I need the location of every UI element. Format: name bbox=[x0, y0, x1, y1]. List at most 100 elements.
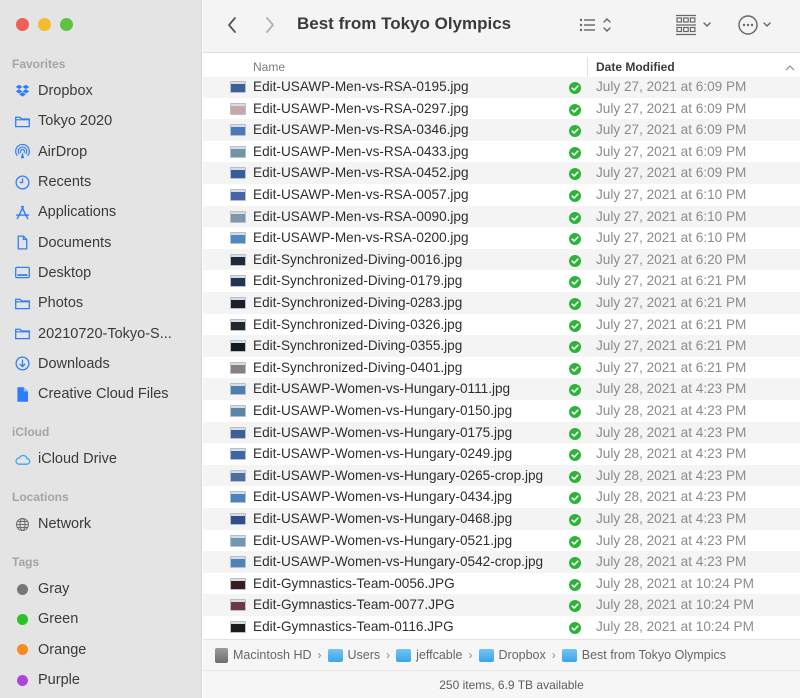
action-menu-button[interactable] bbox=[737, 12, 777, 38]
path-crumb[interactable]: Macintosh HD bbox=[215, 647, 312, 663]
file-row[interactable]: Edit-USAWP-Women-vs-Hungary-0249.jpg July… bbox=[203, 443, 800, 465]
tag-dot-icon bbox=[13, 671, 31, 689]
path-crumb[interactable]: Dropbox bbox=[478, 648, 546, 662]
file-name: Edit-USAWP-Women-vs-Hungary-0468.jpg bbox=[253, 511, 513, 526]
file-row[interactable]: Edit-USAWP-Women-vs-Hungary-0265-crop.jp… bbox=[203, 464, 800, 487]
column-name-header[interactable]: Name bbox=[253, 60, 285, 74]
file-row[interactable]: Edit-USAWP-Women-vs-Hungary-0150.jpg July… bbox=[203, 400, 800, 422]
sidebar-item-icloud-drive[interactable]: iCloud Drive bbox=[0, 444, 202, 474]
file-row[interactable]: Edit-Gymnastics-Team-0116.JPG July 28, 20… bbox=[203, 616, 800, 638]
file-row[interactable]: Edit-USAWP-Men-vs-RSA-0433.jpg July 27, 2… bbox=[203, 141, 800, 163]
file-row[interactable]: Edit-Synchronized-Diving-0283.jpg July 27… bbox=[203, 292, 800, 314]
synced-check-icon bbox=[569, 556, 581, 570]
sidebar-tag-purple[interactable]: Purple bbox=[0, 665, 202, 695]
chevron-right-icon: › bbox=[468, 648, 473, 662]
sidebar-tag-orange[interactable]: Orange bbox=[0, 635, 202, 665]
file-row[interactable]: Edit-USAWP-Men-vs-RSA-0297.jpg July 27, 2… bbox=[203, 98, 800, 120]
file-row[interactable]: Edit-Synchronized-Diving-0179.jpg July 27… bbox=[203, 270, 800, 292]
file-name: Edit-Synchronized-Diving-0179.jpg bbox=[253, 273, 463, 289]
file-date-modified: July 27, 2021 at 6:10 PM bbox=[596, 208, 747, 224]
image-thumbnail-icon bbox=[230, 189, 246, 201]
close-window-button[interactable] bbox=[16, 18, 29, 31]
file-row[interactable]: Edit-Gymnastics-Team-0056.JPG July 28, 20… bbox=[203, 573, 800, 595]
tag-dot-icon bbox=[13, 641, 31, 659]
file-row[interactable]: Edit-Synchronized-Diving-0355.jpg July 27… bbox=[203, 335, 800, 357]
view-options-button[interactable] bbox=[579, 12, 615, 38]
path-crumb[interactable]: Users bbox=[327, 648, 380, 662]
sidebar-item-label: Green bbox=[38, 611, 79, 628]
sidebar-item-20210720-tokyo[interactable]: 20210720-Tokyo-S... bbox=[0, 318, 202, 348]
sidebar-item-network[interactable]: Network bbox=[0, 509, 202, 539]
sidebar-tag-gray[interactable]: Gray bbox=[0, 574, 202, 604]
synced-check-icon bbox=[569, 405, 581, 418]
column-date-modified-header[interactable]: Date Modified bbox=[596, 60, 675, 74]
file-name: Edit-Synchronized-Diving-0326.jpg bbox=[253, 316, 463, 332]
file-row[interactable]: Edit-USAWP-Women-vs-Hungary-0434.jpg July… bbox=[203, 486, 800, 508]
group-button[interactable] bbox=[675, 12, 715, 38]
file-name: Edit-USAWP-Men-vs-RSA-0195.jpg bbox=[253, 79, 469, 94]
synced-check-icon bbox=[569, 254, 581, 267]
sidebar-item-desktop[interactable]: Desktop bbox=[0, 258, 202, 288]
file-row[interactable]: Edit-USAWP-Women-vs-Hungary-0542-crop.jp… bbox=[203, 551, 800, 573]
image-thumbnail-icon bbox=[230, 556, 246, 569]
sidebar-item-label: Photos bbox=[38, 295, 84, 312]
file-name: Edit-Gymnastics-Team-0056.JPG bbox=[253, 575, 455, 591]
chevron-right-icon bbox=[266, 17, 274, 33]
sort-ascending-icon[interactable] bbox=[784, 60, 796, 78]
file-name: Edit-Synchronized-Diving-0401.jpg bbox=[253, 359, 463, 375]
sidebar-item-label: Gray bbox=[38, 581, 70, 598]
sidebar-item-downloads[interactable]: Downloads bbox=[0, 349, 202, 379]
sidebar-item-label: Desktop bbox=[38, 264, 92, 281]
file-row[interactable]: Edit-Synchronized-Diving-0401.jpg July 27… bbox=[203, 357, 800, 379]
sidebar-item-applications[interactable]: Applications bbox=[0, 197, 202, 227]
sidebar-item-creative-cloud-files[interactable]: Creative Cloud Files bbox=[0, 379, 202, 409]
file-row[interactable]: Edit-USAWP-Men-vs-RSA-0090.jpg July 27, 2… bbox=[203, 205, 800, 228]
path-crumb-label: Macintosh HD bbox=[233, 648, 312, 662]
file-row[interactable]: Edit-Synchronized-Diving-0016.jpg July 27… bbox=[203, 248, 800, 271]
sidebar-heading: Favorites bbox=[12, 57, 66, 71]
sidebar-section-favorites: Favorites Dropbox Tokyo 2020 AirDrop Rec… bbox=[0, 55, 202, 409]
file-date-modified: July 28, 2021 at 10:24 PM bbox=[596, 575, 754, 591]
file-date-modified: July 27, 2021 at 6:21 PM bbox=[596, 273, 747, 289]
file-name: Edit-USAWP-Men-vs-RSA-0057.jpg bbox=[253, 187, 469, 202]
file-row[interactable]: Edit-USAWP-Men-vs-RSA-0195.jpg July 27, 2… bbox=[203, 77, 800, 98]
file-name: Edit-USAWP-Men-vs-RSA-0346.jpg bbox=[253, 122, 469, 138]
image-thumbnail-icon bbox=[230, 81, 246, 93]
sidebar-item-documents[interactable]: Documents bbox=[0, 227, 202, 257]
sidebar-tag-green[interactable]: Green bbox=[0, 604, 202, 634]
file-date-modified: July 28, 2021 at 4:23 PM bbox=[596, 424, 747, 440]
chevron-right-icon: › bbox=[551, 648, 556, 662]
chevron-right-icon: › bbox=[386, 648, 391, 662]
file-row[interactable]: Edit-USAWP-Men-vs-RSA-0057.jpg July 27, 2… bbox=[203, 184, 800, 206]
sidebar-item-airdrop[interactable]: AirDrop bbox=[0, 137, 202, 167]
sidebar-heading: Locations bbox=[12, 490, 69, 504]
file-row[interactable]: Edit-USAWP-Women-vs-Hungary-0111.jpg July… bbox=[203, 378, 800, 400]
file-row[interactable]: Edit-USAWP-Women-vs-Hungary-0468.jpg July… bbox=[203, 508, 800, 530]
back-button[interactable] bbox=[221, 12, 243, 38]
sidebar-heading: Tags bbox=[12, 555, 40, 569]
file-date-modified: July 28, 2021 at 4:23 PM bbox=[596, 489, 747, 505]
path-crumb[interactable]: Best from Tokyo Olympics bbox=[561, 648, 726, 662]
file-row[interactable]: Edit-USAWP-Men-vs-RSA-0452.jpg July 27, 2… bbox=[203, 162, 800, 184]
image-thumbnail-icon bbox=[230, 275, 246, 288]
path-crumb[interactable]: jeffcable bbox=[396, 648, 463, 662]
sidebar-item-recents[interactable]: Recents bbox=[0, 167, 202, 197]
file-row[interactable]: Edit-USAWP-Men-vs-RSA-0346.jpg July 27, 2… bbox=[203, 119, 800, 141]
minimize-window-button[interactable] bbox=[38, 18, 51, 31]
tag-dot-icon bbox=[13, 580, 31, 598]
column-divider[interactable] bbox=[587, 57, 588, 77]
zoom-window-button[interactable] bbox=[60, 18, 73, 31]
sidebar-item-dropbox[interactable]: Dropbox bbox=[0, 76, 202, 106]
file-name: Edit-USAWP-Women-vs-Hungary-0249.jpg bbox=[253, 446, 513, 462]
sidebar-item-label: Purple bbox=[38, 672, 80, 689]
file-row[interactable]: Edit-Gymnastics-Team-0077.JPG July 28, 20… bbox=[203, 594, 800, 616]
file-row[interactable]: Edit-USAWP-Men-vs-RSA-0200.jpg July 27, 2… bbox=[203, 227, 800, 249]
file-row[interactable]: Edit-Synchronized-Diving-0326.jpg July 27… bbox=[203, 314, 800, 336]
file-row[interactable]: Edit-USAWP-Women-vs-Hungary-0521.jpg July… bbox=[203, 530, 800, 552]
file-name: Edit-Gymnastics-Team-0077.JPG bbox=[253, 597, 455, 613]
sidebar-item-tokyo-2020[interactable]: Tokyo 2020 bbox=[0, 106, 202, 136]
file-row[interactable]: Edit-USAWP-Women-vs-Hungary-0175.jpg July… bbox=[203, 421, 800, 444]
sidebar-item-photos[interactable]: Photos bbox=[0, 288, 202, 318]
forward-button[interactable] bbox=[259, 12, 281, 38]
file-date-modified: July 27, 2021 at 6:09 PM bbox=[596, 143, 747, 159]
